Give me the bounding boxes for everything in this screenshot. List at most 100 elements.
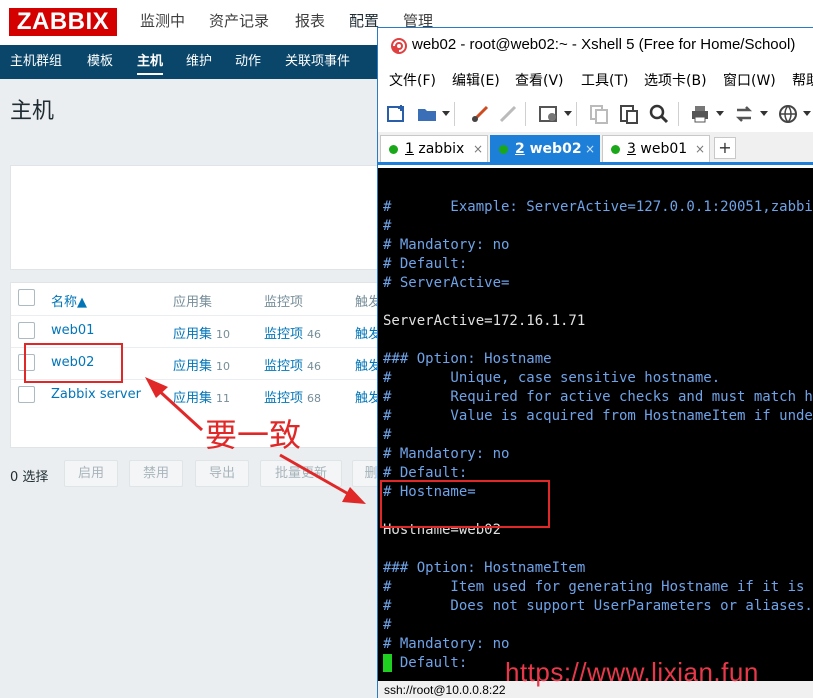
items-link[interactable]: 监控项 68 (264, 387, 321, 406)
subnav-host-groups[interactable]: 主机群组 (10, 45, 62, 79)
terminal-line: # (383, 617, 392, 633)
bulk-actions-bar: 0 选择 启用 禁用 导出 批量更新 删 (10, 460, 390, 488)
highlight-hostname-config (380, 480, 550, 528)
terminal-line: # Required for active checks and must ma… (383, 389, 813, 405)
applications-link-label: 应用集 (173, 391, 213, 406)
applications-link[interactable]: 应用集 10 (173, 323, 230, 342)
properties-icon[interactable] (538, 103, 560, 125)
select-all-checkbox[interactable] (18, 289, 35, 306)
host-link-zabbix-server[interactable]: Zabbix server (51, 387, 141, 402)
close-icon[interactable]: × (473, 136, 483, 162)
terminal-line: # Mandatory: no (383, 237, 510, 253)
menu-edit[interactable]: 编辑(E) (452, 70, 500, 90)
selected-count: 0 选择 (10, 470, 49, 485)
tab-label: zabbix (418, 141, 465, 157)
chevron-down-icon[interactable] (716, 111, 724, 116)
xshell-window: web02 - root@web02:~ - Xshell 5 (Free fo… (377, 27, 813, 698)
annotation-must-match-label: 要一致 (205, 416, 302, 454)
toolbar-separator (454, 102, 455, 126)
open-folder-icon[interactable] (416, 103, 438, 125)
enable-button[interactable]: 启用 (64, 460, 118, 487)
add-tab-button[interactable]: + (714, 137, 736, 159)
disconnect-icon[interactable] (497, 103, 519, 125)
terminal-output[interactable]: # Example: ServerActive=127.0.0.1:20051,… (378, 168, 813, 681)
menu-view[interactable]: 查看(V) (515, 70, 564, 90)
applications-link[interactable]: 应用集 11 (173, 387, 230, 406)
menu-tabs[interactable]: 选项卡(B) (644, 70, 707, 90)
subnav-maintenance[interactable]: 维护 (186, 45, 212, 79)
xshell-app-icon (391, 38, 407, 54)
tab-zabbix[interactable]: 1 zabbix × (380, 135, 488, 162)
column-header-items: 监控项 (264, 295, 304, 310)
terminal-line: ### Option: HostnameItem (383, 560, 586, 576)
items-link-label: 监控项 (264, 327, 304, 342)
applications-count: 10 (216, 360, 231, 373)
terminal-line: # Does not support UserParameters or ali… (383, 598, 813, 614)
terminal-line: # (383, 218, 392, 234)
new-session-icon[interactable] (386, 103, 408, 125)
paste-icon[interactable] (618, 103, 640, 125)
subnav-hosts[interactable]: 主机 (137, 45, 164, 79)
disable-button[interactable]: 禁用 (129, 460, 183, 487)
nav-configuration[interactable]: 配置 (349, 10, 379, 32)
connected-status-icon (499, 145, 508, 154)
globe-icon[interactable] (777, 103, 799, 125)
xshell-toolbar (378, 96, 813, 132)
nav-reports[interactable]: 报表 (295, 10, 325, 32)
tab-label: web01 (640, 141, 688, 157)
chevron-down-icon[interactable] (442, 111, 450, 116)
applications-link[interactable]: 应用集 10 (173, 355, 230, 374)
tab-web01[interactable]: 3 web01 × (602, 135, 710, 162)
items-count: 68 (307, 392, 322, 405)
tab-number: 3 (627, 141, 636, 157)
subnav-correlation[interactable]: 关联项事件 (285, 45, 350, 79)
column-header-name[interactable]: 名称▲ (51, 291, 87, 310)
host-link-web01[interactable]: web01 (51, 323, 94, 338)
connect-icon[interactable] (469, 103, 491, 125)
nav-monitoring[interactable]: 监测中 (140, 10, 185, 32)
close-icon[interactable]: × (695, 136, 705, 162)
row-divider (11, 315, 391, 316)
terminal-line: # Mandatory: no (383, 636, 510, 652)
subnav-templates[interactable]: 模板 (87, 45, 113, 79)
print-icon[interactable] (689, 103, 711, 125)
items-count: 46 (307, 360, 322, 373)
tab-number: 2 (515, 141, 525, 157)
applications-link-label: 应用集 (173, 327, 213, 342)
find-icon[interactable] (648, 103, 670, 125)
subnav-actions[interactable]: 动作 (235, 45, 261, 79)
export-button[interactable]: 导出 (195, 460, 249, 487)
terminal-line: ### Option: Hostname (383, 351, 552, 367)
session-tabbar: 1 zabbix × 2 web02 × 3 web01 × + (378, 132, 813, 165)
items-link[interactable]: 监控项 46 (264, 355, 321, 374)
menu-help[interactable]: 帮助 (792, 70, 813, 90)
page-title: 主机 (10, 99, 55, 124)
chevron-down-icon[interactable] (564, 111, 572, 116)
menu-tools[interactable]: 工具(T) (581, 70, 628, 90)
items-link[interactable]: 监控项 46 (264, 323, 321, 342)
row-checkbox[interactable] (18, 386, 35, 403)
terminal-line: # (383, 427, 392, 443)
chevron-down-icon[interactable] (760, 111, 768, 116)
watermark: https://www.lixian.fun (505, 657, 759, 687)
items-count: 46 (307, 328, 322, 341)
tab-web02[interactable]: 2 web02 × (490, 135, 600, 162)
terminal-cursor (383, 654, 392, 672)
applications-count: 11 (216, 392, 231, 405)
xshell-titlebar[interactable]: web02 - root@web02:~ - Xshell 5 (Free fo… (378, 28, 813, 64)
nav-inventory[interactable]: 资产记录 (209, 10, 269, 32)
zabbix-logo[interactable]: ZABBIX (9, 8, 117, 36)
chevron-down-icon[interactable] (803, 111, 811, 116)
terminal-line: # Default: (383, 256, 468, 272)
copy-icon[interactable] (588, 103, 610, 125)
mass-update-button[interactable]: 批量更新 (260, 460, 342, 487)
tab-number: 1 (405, 141, 414, 157)
transfer-icon[interactable] (733, 103, 755, 125)
menu-window[interactable]: 窗口(W) (723, 70, 776, 90)
row-checkbox[interactable] (18, 322, 35, 339)
applications-link-label: 应用集 (173, 359, 213, 374)
terminal-line: # Example: ServerActive=127.0.0.1:20051,… (383, 199, 813, 215)
terminal-line: # Mandatory: no (383, 446, 510, 462)
close-icon[interactable]: × (585, 136, 595, 162)
menu-file[interactable]: 文件(F) (389, 70, 436, 90)
